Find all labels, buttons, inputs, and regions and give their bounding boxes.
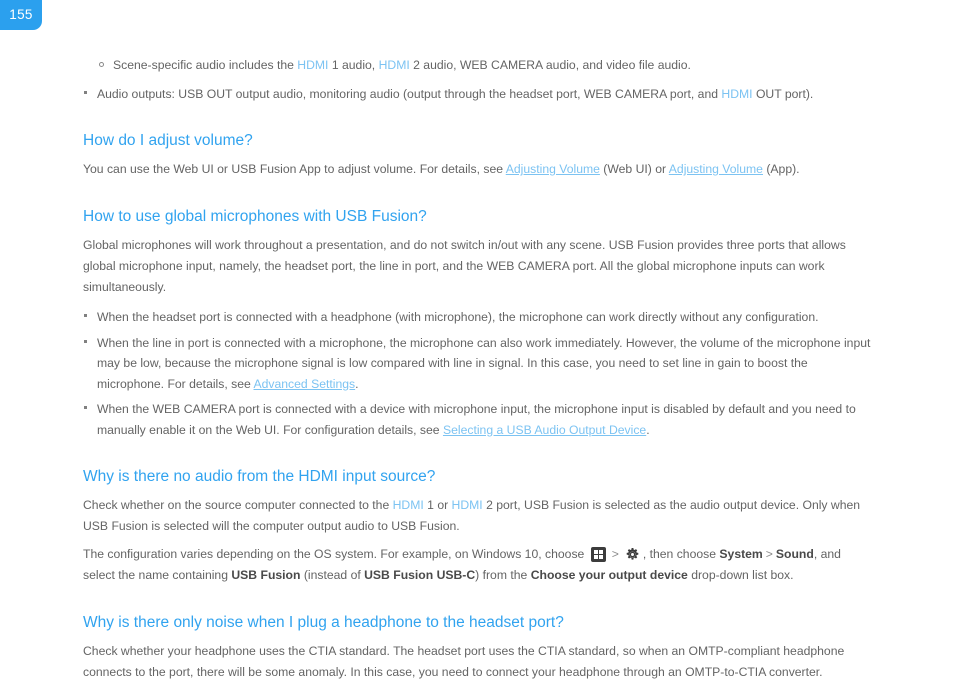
paragraph-text-mid3: (instead of: [300, 568, 365, 582]
section-heading: How do I adjust volume?: [83, 132, 253, 149]
list-item-text-suffix: .: [355, 376, 359, 391]
page-number-badge: 155: [0, 0, 42, 30]
link-selecting-usb-audio-output-device[interactable]: Selecting a USB Audio Output Device: [443, 423, 646, 437]
section-global-microphones: How to use global microphones with USB F…: [83, 207, 873, 227]
section-paragraph: You can use the Web UI or USB Fusion App…: [83, 159, 873, 180]
link-adjusting-volume-app[interactable]: Adjusting Volume: [669, 162, 763, 176]
paragraph-text-prefix: The configuration varies depending on th…: [83, 547, 588, 561]
circle-bullet-icon: [99, 61, 104, 67]
section-paragraph: Check whether your headphone uses the CT…: [83, 644, 845, 679]
paragraph-text-suffix: drop-down list box.: [687, 568, 794, 582]
paragraph-text-mid4: ) from the: [475, 568, 531, 582]
path-separator: >: [611, 547, 619, 561]
top-main-list: Audio outputs: USB OUT output audio, mon…: [83, 84, 873, 105]
link-advanced-settings[interactable]: Advanced Settings: [254, 377, 356, 391]
paragraph-text-mid1: , then choose: [642, 547, 720, 561]
list-item: When the line in port is connected with …: [83, 333, 873, 395]
top-sub-list: Scene-specific audio includes the HDMI 1…: [99, 55, 873, 76]
section-heading: How to use global microphones with USB F…: [83, 208, 427, 225]
paragraph-text-prefix: Check whether on the source computer con…: [83, 498, 393, 512]
menu-sound-label: Sound: [775, 547, 814, 561]
section-no-audio-hdmi: Why is there no audio from the HDMI inpu…: [83, 467, 873, 487]
device-name-usb-fusion: USB Fusion: [231, 568, 301, 582]
list-item: When the headset port is connected with …: [83, 307, 873, 328]
section-heading: Why is there only noise when I plug a he…: [83, 614, 564, 631]
paragraph-text-suffix: (App).: [762, 162, 800, 176]
section-paragraph: Global microphones will work throughout …: [83, 238, 846, 294]
list-item-text-prefix: When the line in port is connected with …: [97, 335, 871, 391]
list-item-text-suffix: 2 audio, WEB CAMERA audio, and video fil…: [409, 58, 691, 72]
square-bullet-icon: [84, 406, 87, 409]
section-adjust-volume: How do I adjust volume?: [83, 131, 873, 151]
hdmi-keyword: HDMI: [721, 86, 753, 101]
square-bullet-icon: [84, 314, 87, 317]
link-adjusting-volume-webui[interactable]: Adjusting Volume: [506, 162, 600, 176]
section-headset-noise: Why is there only noise when I plug a he…: [83, 613, 873, 633]
section-heading: Why is there no audio from the HDMI inpu…: [83, 468, 436, 485]
paragraph-text-mid: (Web UI) or: [599, 162, 669, 176]
hdmi-keyword: HDMI: [392, 498, 424, 512]
device-name-usb-fusion-usbc: USB Fusion USB-C: [364, 568, 476, 582]
menu-system-label: System: [719, 547, 763, 561]
global-microphone-list: When the headset port is connected with …: [83, 307, 873, 440]
list-item-text: When the headset port is connected with …: [97, 310, 819, 324]
page-content: Scene-specific audio includes the HDMI 1…: [83, 55, 873, 686]
hdmi-keyword: HDMI: [297, 58, 329, 72]
list-item-text-prefix: Audio outputs: USB OUT output audio, mon…: [97, 86, 722, 101]
list-item: Scene-specific audio includes the HDMI 1…: [99, 55, 873, 76]
list-item-text-mid: 1 audio,: [328, 58, 379, 72]
list-item: Audio outputs: USB OUT output audio, mon…: [83, 84, 873, 105]
list-item-text-suffix: OUT port).: [752, 86, 814, 101]
section-paragraph: Check whether on the source computer con…: [83, 495, 873, 537]
windows-start-icon: [590, 547, 606, 562]
hdmi-keyword: HDMI: [378, 58, 410, 72]
gear-icon: [625, 547, 640, 562]
list-item-text-prefix: Scene-specific audio includes the: [113, 58, 298, 72]
paragraph-text-prefix: You can use the Web UI or USB Fusion App…: [83, 162, 506, 176]
list-item-text-suffix: .: [646, 422, 650, 437]
path-separator: >: [765, 547, 773, 561]
hdmi-keyword: HDMI: [451, 498, 483, 512]
section-paragraph-os-config: The configuration varies depending on th…: [83, 544, 873, 586]
square-bullet-icon: [84, 90, 87, 94]
square-bullet-icon: [84, 339, 87, 343]
dropdown-label-choose-output-device: Choose your output device: [530, 568, 688, 582]
list-item: When the WEB CAMERA port is connected wi…: [83, 399, 873, 440]
paragraph-text-mid: 1 or: [423, 498, 452, 512]
